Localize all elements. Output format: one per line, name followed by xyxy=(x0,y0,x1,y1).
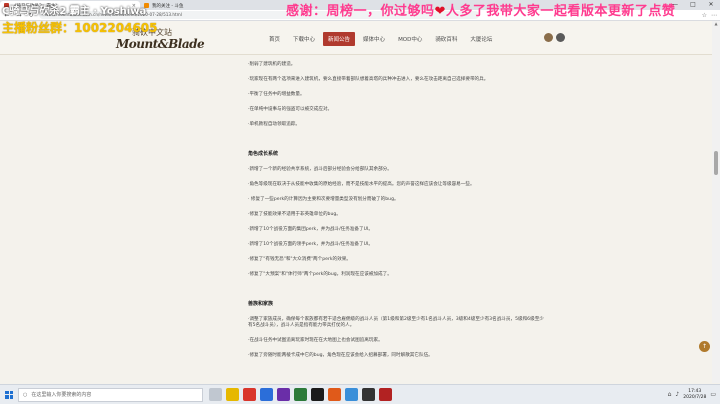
list-item: ·新增了一个新的经验共享系统，战斗后部分经验会分给部队其余部分。 xyxy=(248,167,392,172)
list-item: ·平衡了任务中的增益数量。 xyxy=(248,92,305,97)
list-item: ·角色等级现在取决于从技能中收集的原始经验，而不是技能水平的提高。您的声誉这样应… xyxy=(248,182,475,187)
article-content: ·削弱了建筑机的建造。 ·玩家现在有两个选项来进入建筑机，要么直接带着部队想着高… xyxy=(248,56,548,368)
app-icon[interactable] xyxy=(379,388,392,401)
list-item: ·在单纯中设事与的强盗可以被交成应对。 xyxy=(248,107,333,112)
list-item: ·修复了"大预案"和"体行师"两个perk的bug，利润现在应该被加成了。 xyxy=(248,272,392,277)
app-icon[interactable] xyxy=(345,388,358,401)
taskbar-apps xyxy=(209,388,392,401)
user-icon[interactable] xyxy=(544,33,553,42)
nav-forum[interactable]: 大厦论坛 xyxy=(465,32,497,46)
app-icon[interactable] xyxy=(311,388,324,401)
list-item: ·新增了10个战役方面的集团perk，并为战斗/任务准备了UI。 xyxy=(248,227,373,232)
list-item: ·修复了"有钱无恐"和"大众消费"两个perk的效果。 xyxy=(248,257,351,262)
banner-tail: 人多了我带大家一起看版本更新了点赞 xyxy=(445,4,676,19)
tab-inactive[interactable]: 我的关注 - 斗鱼 xyxy=(140,1,210,10)
star-icon[interactable]: ☆ xyxy=(702,12,707,19)
close-window-button[interactable]: ✕ xyxy=(702,0,720,10)
banner-text: 感谢：周榜一，你过够吗 xyxy=(286,4,435,19)
scrollbar-thumb[interactable] xyxy=(714,151,718,175)
maximize-button[interactable]: □ xyxy=(684,0,702,10)
heart-icon: ❤ xyxy=(434,4,446,19)
notification-icon[interactable]: ▭ xyxy=(710,391,716,398)
list-item: ·修复了技能效果不适用于非英雄单位的bug。 xyxy=(248,212,341,217)
menu-icon[interactable]: ⋯ xyxy=(711,12,717,19)
list-item: ·削弱了建筑机的建造。 xyxy=(248,62,296,67)
start-button[interactable] xyxy=(0,385,18,404)
system-tray: ⌂ ♪ 17:43 2020/7/28 ▭ xyxy=(668,389,720,401)
section-title: 角色成长系统 xyxy=(248,151,279,157)
nav-download[interactable]: 下载中心 xyxy=(288,32,320,46)
section-title: 兽族和家族 xyxy=(248,301,274,307)
network-icon[interactable]: ⌂ xyxy=(668,391,672,398)
site-nav: 首页 下载中心 新闻公告 媒体中心 MOD中心 骑砍百科 大厦论坛 xyxy=(264,32,500,46)
list-item: ·新增了10个战役方面的领手perk，并为战斗/任务准备了UI。 xyxy=(248,242,373,247)
overlay-stream-title: C骑马与砍杀2 霸主 · Yoshiwa xyxy=(2,6,147,17)
task-view-icon[interactable] xyxy=(209,388,222,401)
nav-mod[interactable]: MOD中心 xyxy=(393,32,427,46)
browser-icon[interactable] xyxy=(260,388,273,401)
list-item: · 修复了一些perk的计算因为主要和次要增量类型没有划分而破了的bug。 xyxy=(248,197,399,202)
taskbar: ○ 在这里输入你要搜索的内容 ⌂ ♪ 17:43 2020/7/28 ▭ xyxy=(0,384,720,404)
volume-icon[interactable]: ♪ xyxy=(675,391,679,398)
taskbar-search[interactable]: ○ 在这里输入你要搜索的内容 xyxy=(18,387,203,402)
list-item: ·修复了旁随时能两棱卡成中它的bug，角色现在应该会给入招募部署，同时解散其它队… xyxy=(248,353,433,358)
list-item: ·在战斗任务中试图追离玩家时现在在大地图上也会试图追离玩家。 xyxy=(248,338,383,343)
clock-date: 2020/7/28 xyxy=(683,394,707,400)
list-item: ·调整了家族成员，确保每个家族都有若干适合雇佣级的战斗人员（第1级和第2级至少有… xyxy=(248,317,544,328)
tab-title: 我的关注 - 斗鱼 xyxy=(152,3,184,9)
file-explorer-icon[interactable] xyxy=(226,388,239,401)
nav-wiki[interactable]: 骑砍百科 xyxy=(430,32,462,46)
list-item: ·玩家现在有两个选项来进入建筑机，要么直接带着部队想着高塔的兵种冲击进入，要么在… xyxy=(248,77,489,82)
scroll-up-icon[interactable]: ▲ xyxy=(712,21,720,26)
back-to-top-button[interactable]: ↑ xyxy=(699,341,710,352)
search-placeholder: 在这里输入你要搜索的内容 xyxy=(31,392,92,398)
overlay-banner: 感谢：周榜一，你过够吗❤人多了我带大家一起看版本更新了点赞 xyxy=(286,0,675,19)
windows-icon xyxy=(5,390,13,399)
list-item: ·单机教程自动领取追踪。 xyxy=(248,122,300,127)
overlay-fan-group: 主播粉丝群：1002204605 xyxy=(2,21,158,35)
nav-home[interactable]: 首页 xyxy=(264,32,285,46)
nav-media[interactable]: 媒体中心 xyxy=(358,32,390,46)
app-icon[interactable] xyxy=(243,388,256,401)
app-icon[interactable] xyxy=(328,388,341,401)
clock[interactable]: 17:43 2020/7/28 xyxy=(683,389,706,401)
app-icon[interactable] xyxy=(294,388,307,401)
logo-en: Mount&Blade xyxy=(116,37,205,51)
app-icon[interactable] xyxy=(362,388,375,401)
search-icon: ○ xyxy=(23,391,28,398)
nav-news[interactable]: 新闻公告 xyxy=(323,32,356,46)
app-icon[interactable] xyxy=(277,388,290,401)
search-icon[interactable] xyxy=(556,33,565,42)
scrollbar[interactable]: ▲ xyxy=(712,21,720,383)
